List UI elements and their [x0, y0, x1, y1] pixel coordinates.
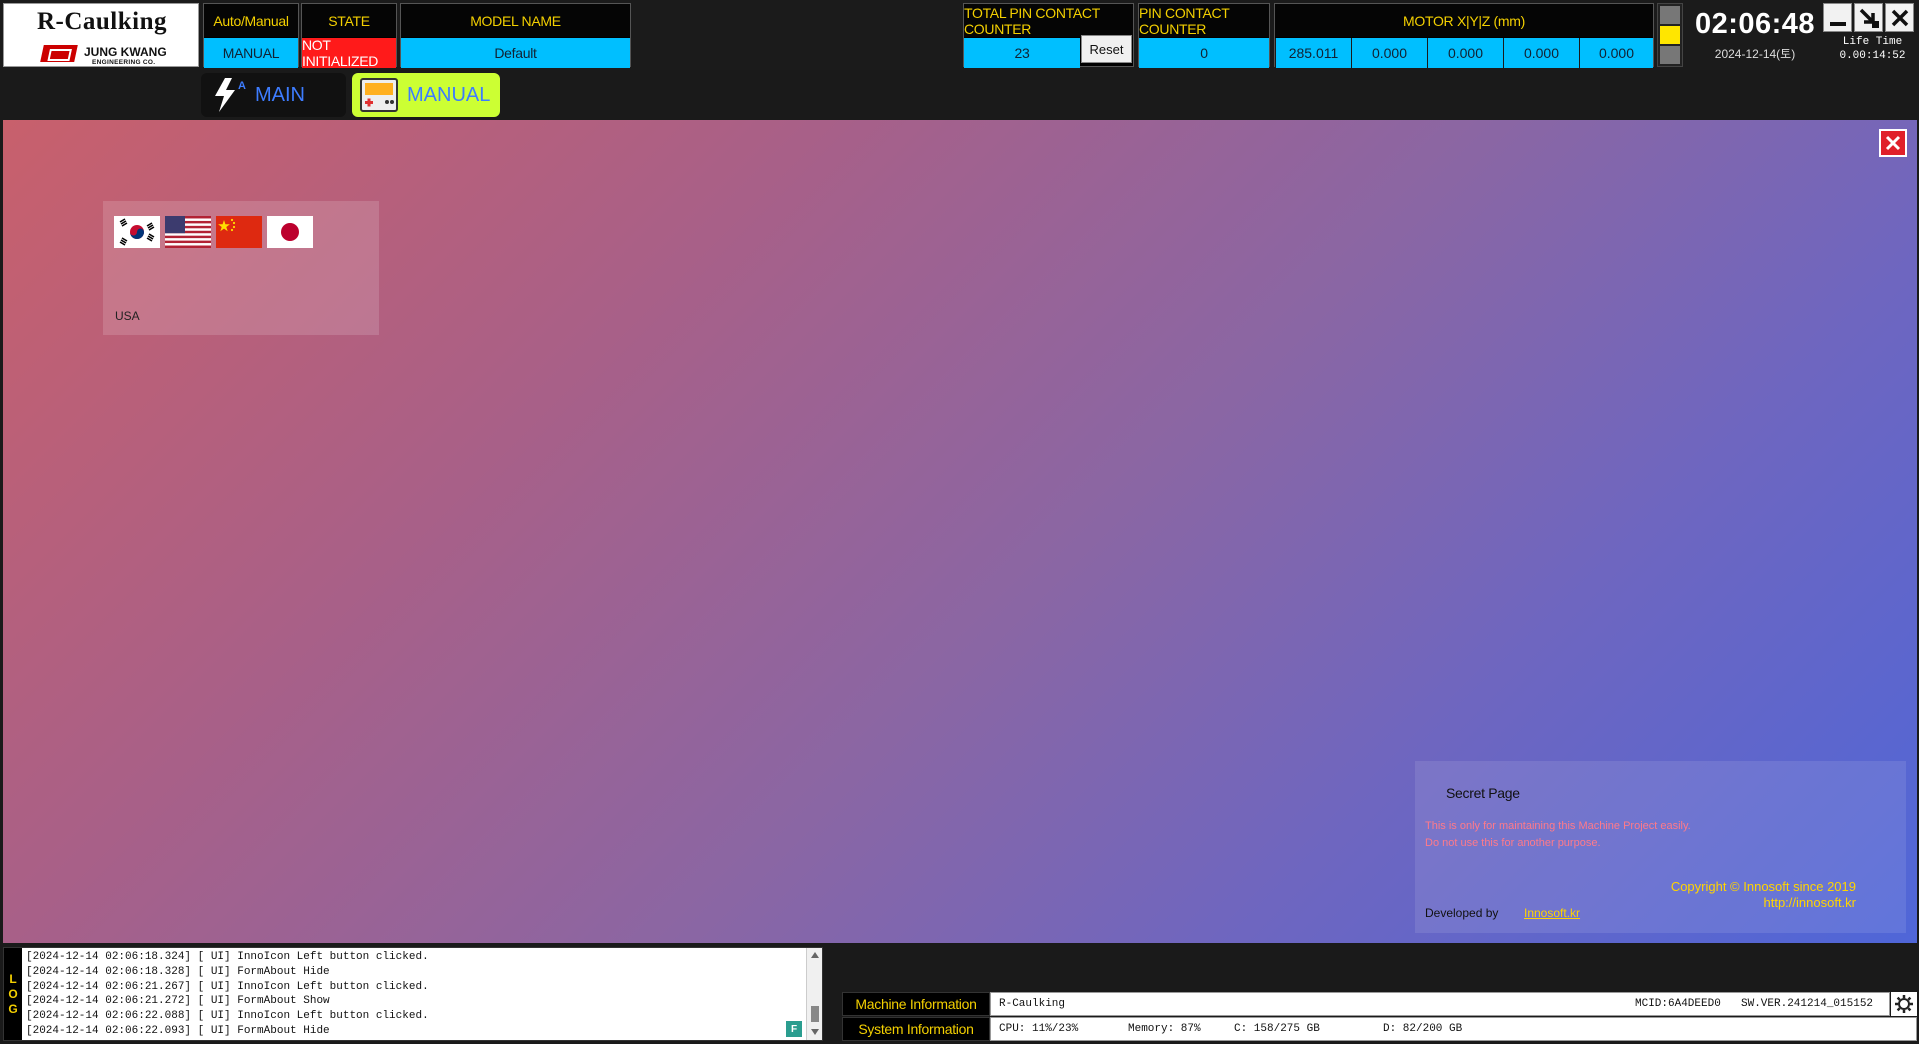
tab-main-label: MAIN: [255, 83, 305, 106]
logo-company-sub: ENGINEERING CO.: [92, 59, 156, 66]
system-info-bar: CPU: 11%/23% Memory: 87% C: 158/275 GB D…: [990, 1017, 1917, 1041]
log-tag-l: L: [9, 971, 17, 986]
motor-value-5: 0.000: [1579, 38, 1653, 68]
motor-value-y: 0.000: [1351, 38, 1427, 68]
header-bar: R-Caulking JUNG KWANG ENGINEERING CO. Au…: [0, 0, 1919, 70]
motor-box: MOTOR X|Y|Z (mm) 285.011 0.000 0.000 0.0…: [1274, 3, 1654, 68]
settings-button[interactable]: [1891, 992, 1917, 1016]
restore-arrow-icon: [1859, 8, 1879, 28]
tab-main[interactable]: A MAIN: [201, 73, 346, 117]
secret-warning-1: This is only for maintaining this Machin…: [1425, 820, 1691, 832]
selected-language: USA: [115, 309, 140, 323]
gear-icon: [1895, 995, 1913, 1013]
innosoft-link[interactable]: Innosoft.kr: [1524, 906, 1580, 920]
clock-date: 2024-12-14(토): [1714, 47, 1796, 61]
gamepad-icon: [360, 78, 398, 112]
language-panel: USA: [103, 201, 379, 335]
close-page-button[interactable]: [1879, 129, 1907, 157]
mode-value[interactable]: MANUAL: [204, 38, 298, 68]
model-value[interactable]: Default: [401, 38, 630, 68]
log-tag: L O G: [4, 948, 22, 1040]
close-icon: [1891, 9, 1908, 26]
pin-counter-value: 0: [1139, 38, 1269, 68]
minimize-button[interactable]: [1823, 3, 1852, 32]
log-panel: L O G [2024-12-14 02:06:18.324] [ UI] In…: [3, 947, 823, 1041]
disk-c-usage: C: 158/275 GB: [1234, 1023, 1320, 1035]
life-time-value: 0.00:14:52: [1839, 50, 1906, 62]
logo-company: JUNG KWANG: [84, 45, 167, 59]
secret-title: Secret Page: [1446, 785, 1520, 801]
status-light-top: [1660, 6, 1680, 24]
log-line: [2024-12-14 02:06:22.093] [ UI] FormAbou…: [26, 1024, 330, 1037]
flag-china-icon[interactable]: [216, 216, 262, 248]
close-icon: [1885, 135, 1901, 151]
pin-counter-box: PIN CONTACT COUNTER 0: [1138, 3, 1270, 68]
log-filter-button[interactable]: F: [786, 1021, 802, 1037]
scroll-down-icon[interactable]: [810, 1028, 820, 1036]
machine-mcid: MCID:6A4DEED0: [1635, 998, 1721, 1010]
company-logo: R-Caulking JUNG KWANG ENGINEERING CO.: [3, 3, 199, 67]
tab-manual-label: MANUAL: [407, 83, 491, 106]
flag-japan-icon[interactable]: [267, 216, 313, 248]
logo-title: R-Caulking: [36, 8, 168, 35]
motor-label: MOTOR X|Y|Z (mm): [1275, 4, 1653, 37]
secret-panel: Secret Page This is only for maintaining…: [1415, 761, 1906, 933]
minimize-icon: [1829, 21, 1846, 26]
state-label: STATE: [302, 4, 396, 37]
log-line: [2024-12-14 02:06:22.088] [ UI] InnoIcon…: [26, 1010, 429, 1023]
mode-box: Auto/Manual MANUAL: [203, 3, 299, 68]
machine-name: R-Caulking: [999, 998, 1066, 1010]
machine-info-bar: R-Caulking MCID:6A4DEED0 SW.VER.241214_0…: [990, 992, 1890, 1016]
jk-logo-mark-icon: [40, 45, 78, 62]
reset-button[interactable]: Reset: [1081, 35, 1132, 63]
log-line: [2024-12-14 02:06:21.272] [ UI] FormAbou…: [26, 995, 330, 1008]
restore-button[interactable]: [1854, 3, 1883, 32]
motor-value-z: 0.000: [1427, 38, 1503, 68]
model-box: MODEL NAME Default: [400, 3, 631, 68]
scroll-thumb[interactable]: [811, 1006, 819, 1022]
cpu-usage: CPU: 11%/23%: [999, 1023, 1079, 1035]
bolt-auto-icon: A: [215, 78, 246, 112]
flag-korea-icon[interactable]: [114, 216, 160, 248]
motor-value-4: 0.000: [1503, 38, 1579, 68]
software-version: SW.VER.241214_015152: [1741, 998, 1874, 1010]
tab-manual[interactable]: MANUAL: [352, 73, 500, 117]
log-tag-o: O: [8, 986, 18, 1001]
clock-time: 02:06:48: [1694, 8, 1816, 40]
close-app-button[interactable]: [1885, 3, 1914, 32]
flag-usa-icon[interactable]: [165, 216, 211, 248]
developed-by-label: Developed by: [1425, 906, 1499, 920]
log-tag-g: G: [8, 1001, 18, 1016]
motor-value-x: 285.011: [1275, 38, 1351, 68]
pin-counter-label: PIN CONTACT COUNTER: [1139, 4, 1269, 37]
log-line: [2024-12-14 02:06:18.324] [ UI] InnoIcon…: [26, 951, 429, 963]
secret-warning-2: Do not use this for another purpose.: [1425, 837, 1601, 849]
copyright-text: Copyright © Innosoft since 2019: [1670, 879, 1856, 894]
log-scrollbar[interactable]: [806, 948, 822, 1040]
log-line: [2024-12-14 02:06:18.328] [ UI] FormAbou…: [26, 965, 330, 978]
memory-usage: Memory: 87%: [1128, 1023, 1201, 1035]
innosoft-url: http://innosoft.kr: [1763, 895, 1857, 910]
status-light-bottom: [1660, 46, 1680, 64]
status-light-middle: [1660, 26, 1680, 44]
scroll-up-icon[interactable]: [810, 951, 820, 959]
log-lines[interactable]: [2024-12-14 02:06:18.324] [ UI] InnoIcon…: [26, 950, 786, 1039]
svg-text:A: A: [238, 80, 246, 92]
log-line: [2024-12-14 02:06:21.267] [ UI] InnoIcon…: [26, 980, 429, 993]
system-info-label: System Information: [842, 1017, 990, 1041]
state-box: STATE NOT INITIALIZED: [301, 3, 397, 69]
state-value: NOT INITIALIZED: [302, 37, 396, 69]
total-pin-counter-value: 23: [964, 38, 1080, 68]
status-light-stack: [1657, 3, 1683, 67]
machine-info-label: Machine Information: [842, 992, 990, 1016]
total-pin-counter-label: TOTAL PIN CONTACT COUNTER: [964, 4, 1133, 37]
life-time-label: Life Time: [1842, 36, 1903, 48]
disk-d-usage: D: 82/200 GB: [1383, 1023, 1463, 1035]
model-label: MODEL NAME: [401, 4, 630, 37]
mode-label: Auto/Manual: [204, 4, 298, 37]
